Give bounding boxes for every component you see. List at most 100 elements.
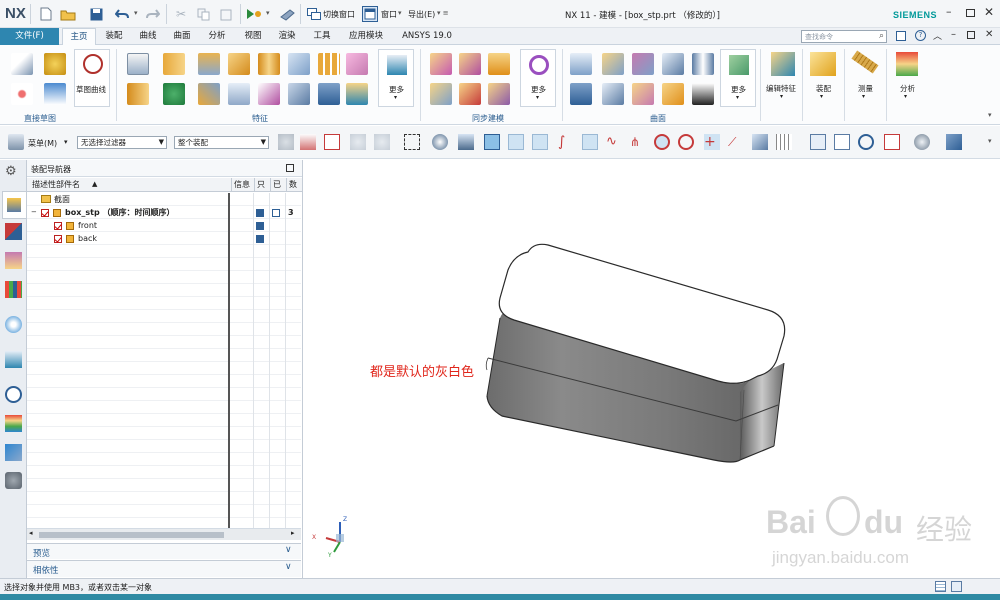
- touch-mode-icon[interactable]: [280, 6, 296, 22]
- bounded-plane-icon[interactable]: [632, 53, 654, 75]
- cylinder-icon[interactable]: [258, 53, 280, 75]
- column-count[interactable]: 数: [286, 178, 297, 192]
- rotate-icon[interactable]: [858, 134, 874, 150]
- tree-row-front[interactable]: front: [27, 219, 301, 232]
- replace-face-icon[interactable]: [430, 83, 452, 105]
- sketch-curve-button[interactable]: 草图曲线: [74, 49, 110, 107]
- arc-center-point-icon[interactable]: [654, 134, 670, 150]
- tab-curve[interactable]: 曲线: [134, 28, 162, 45]
- command-finder-icon[interactable]: [246, 6, 262, 22]
- thicken-icon[interactable]: [662, 83, 684, 105]
- delete-face-icon[interactable]: [459, 83, 481, 105]
- edge-blend-icon[interactable]: [228, 83, 250, 105]
- save-icon[interactable]: [88, 6, 104, 22]
- ruled-icon[interactable]: [692, 53, 714, 75]
- intersection-icon[interactable]: [582, 134, 598, 150]
- tree-row-section[interactable]: 截面: [27, 193, 301, 206]
- clock-icon[interactable]: [5, 386, 22, 403]
- scope-select[interactable]: 整个装配 ▼: [174, 136, 269, 149]
- tab-assembly[interactable]: 装配: [100, 28, 128, 45]
- tab-tools[interactable]: 工具: [308, 28, 336, 45]
- chevron-down-icon[interactable]: ∨: [285, 545, 292, 555]
- sketch-icon[interactable]: [11, 53, 33, 75]
- menu-icon[interactable]: [8, 134, 24, 150]
- tree-row-back[interactable]: back: [27, 232, 301, 245]
- block-icon[interactable]: [228, 53, 250, 75]
- process-studio-icon[interactable]: [5, 444, 22, 461]
- scroll-thumb[interactable]: [39, 532, 224, 538]
- command-search-box[interactable]: 查找命令 ⌕: [801, 30, 887, 43]
- revolve-icon[interactable]: [127, 83, 149, 105]
- solid-body-icon[interactable]: [458, 134, 474, 150]
- control-point-icon[interactable]: ∫: [558, 134, 574, 150]
- pull-face-icon[interactable]: [459, 53, 481, 75]
- finder-dropdown-icon[interactable]: ▾: [266, 9, 270, 17]
- extrude-icon[interactable]: [127, 53, 149, 75]
- tab-ansys[interactable]: ANSYS 19.0: [395, 28, 459, 45]
- trim-sheet-icon[interactable]: [632, 83, 654, 105]
- draft-icon[interactable]: [346, 53, 368, 75]
- tangent-icon[interactable]: ⋔: [630, 134, 646, 150]
- open-folder-icon[interactable]: [60, 6, 76, 22]
- shell-icon[interactable]: [163, 83, 185, 105]
- graphics-window[interactable]: 都是默认的灰白色 Z X Y Bai du 经验 jingyan.baidu.c…: [304, 160, 1000, 578]
- select-all-icon[interactable]: [432, 134, 448, 150]
- measure-button[interactable]: 测量 ▾: [846, 49, 884, 107]
- roles-icon[interactable]: [5, 472, 22, 489]
- profile-icon[interactable]: [11, 83, 33, 105]
- checkbox-icon[interactable]: [54, 219, 62, 232]
- settings-gear-icon[interactable]: ⚙: [5, 163, 22, 180]
- snap-point-icon[interactable]: [484, 134, 500, 150]
- menu-button[interactable]: 菜单(M): [28, 138, 57, 149]
- snap-icon[interactable]: [278, 134, 294, 150]
- type-filter-select[interactable]: 无选择过滤器 ▼: [77, 136, 167, 149]
- chevron-down-icon[interactable]: ∨: [285, 562, 292, 572]
- surface-edit-icon[interactable]: [692, 83, 714, 105]
- through-curves-icon[interactable]: [570, 53, 592, 75]
- constraint-navigator-icon[interactable]: [5, 223, 22, 240]
- doc-minimize-icon[interactable]: –: [951, 29, 956, 40]
- column-modified[interactable]: 已: [270, 178, 281, 192]
- tab-surface[interactable]: 曲面: [168, 28, 196, 45]
- collapse-icon[interactable]: −: [31, 206, 37, 219]
- mid-point-icon[interactable]: [532, 134, 548, 150]
- column-info[interactable]: 信息: [231, 178, 250, 192]
- tab-analysis[interactable]: 分析: [203, 28, 231, 45]
- tree-row-box-stp[interactable]: − box_stp （顺序：时间顺序） 3: [27, 206, 301, 219]
- column-part-name[interactable]: 描述性部件名: [32, 178, 80, 191]
- offset-region-icon[interactable]: [488, 53, 510, 75]
- tab-applications[interactable]: 应用模块: [346, 28, 386, 45]
- mesh-surface-icon[interactable]: [570, 83, 592, 105]
- array-icon[interactable]: [318, 53, 340, 75]
- bounded-grid-icon[interactable]: [776, 134, 792, 150]
- switch-window-label[interactable]: 切换窗口: [323, 9, 355, 20]
- undo-icon[interactable]: [114, 6, 130, 22]
- preview-panel[interactable]: 预览 ∨: [27, 543, 301, 559]
- dependency-panel[interactable]: 相依性 ∨: [27, 560, 301, 577]
- feature-more-button[interactable]: 更多 ▾: [378, 49, 414, 107]
- navigator-maximize-icon[interactable]: [286, 164, 294, 172]
- role-icon[interactable]: [896, 31, 906, 41]
- orient-view-icon[interactable]: [884, 134, 900, 150]
- surface-more-button[interactable]: 更多 ▾: [720, 49, 756, 107]
- ribbon-options-icon[interactable]: ▾: [988, 111, 992, 119]
- select-filter-icon[interactable]: [300, 134, 316, 150]
- point-on-curve-icon[interactable]: ⟋: [728, 134, 744, 150]
- window-menu-label[interactable]: 窗口: [381, 9, 397, 20]
- zoom-icon[interactable]: [834, 134, 850, 150]
- sort-ascending-icon[interactable]: ▲: [92, 178, 97, 191]
- offset-face-icon[interactable]: [346, 83, 368, 105]
- scroll-left-icon[interactable]: ◂: [29, 529, 33, 537]
- menu-dropdown-icon[interactable]: ▾: [64, 138, 68, 146]
- selbar-more-icon[interactable]: ▾: [988, 137, 992, 145]
- tab-render[interactable]: 渲染: [273, 28, 301, 45]
- assembly-button[interactable]: 装配 ▾: [804, 49, 842, 107]
- sweep-icon[interactable]: [198, 83, 220, 105]
- resize-blend-icon[interactable]: [488, 83, 510, 105]
- window-dropdown-icon[interactable]: ▾: [398, 9, 402, 17]
- status-fullscreen-icon[interactable]: [951, 581, 962, 592]
- checkbox-icon[interactable]: [54, 232, 62, 245]
- new-file-icon[interactable]: [38, 6, 54, 22]
- subtract-icon[interactable]: [288, 83, 310, 105]
- help-icon[interactable]: ?: [915, 30, 926, 41]
